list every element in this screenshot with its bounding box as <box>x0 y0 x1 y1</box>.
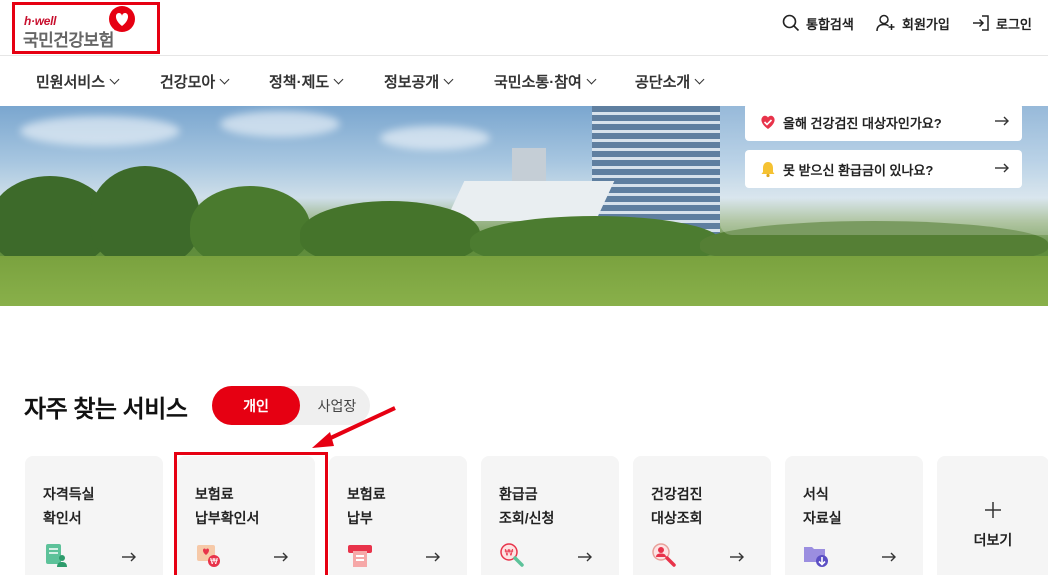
annotation-arrow <box>312 406 396 448</box>
quick-link-checkup[interactable]: 올해 건강검진 대상자인가요? <box>745 103 1022 141</box>
cloud <box>20 116 180 146</box>
card-label-line1: 건강검진 <box>651 486 703 502</box>
card-label-line1: 환급금 <box>499 486 538 502</box>
annotation-box-card <box>174 452 328 575</box>
person-search-icon <box>652 543 676 567</box>
arrow-right-icon <box>882 552 896 562</box>
nav-label: 건강모아 <box>160 74 216 91</box>
service-card-refund[interactable]: 환급금 조회/신청 ₩ <box>481 456 619 575</box>
sign-up-link[interactable]: 회원가입 <box>876 12 950 34</box>
cloud <box>220 111 340 137</box>
folder-download-icon <box>804 547 828 567</box>
card-label: 서식 자료실 <box>803 482 913 530</box>
lawn <box>0 256 1048 306</box>
card-label-line1: 자격득실 <box>43 486 95 502</box>
card-label-line2: 자료실 <box>803 510 842 526</box>
nav-label: 국민소통·참여 <box>494 74 582 91</box>
arrow-right-icon <box>578 552 592 562</box>
card-label: 자격득실 확인서 <box>43 482 153 530</box>
service-card-premium-payment[interactable]: 보험료 납부 <box>329 456 467 575</box>
quick-link-refund[interactable]: 못 받으신 환급금이 있나요? <box>745 150 1022 188</box>
chevron-down-icon <box>694 74 705 85</box>
document-person-icon <box>46 544 67 567</box>
nav-item-disclosure[interactable]: 정보공개 <box>384 71 454 92</box>
quick-link-label: 올해 건강검진 대상자인가요? <box>783 115 942 131</box>
chevron-down-icon <box>219 74 230 85</box>
card-label-line2: 대상조회 <box>651 510 703 526</box>
chevron-down-icon <box>586 74 597 85</box>
plus-icon <box>985 502 1001 518</box>
nav-label: 민원서비스 <box>36 74 106 91</box>
card-payment-icon <box>348 545 372 567</box>
service-card-forms[interactable]: 서식 자료실 <box>785 456 923 575</box>
card-label-line1: 서식 <box>803 486 829 502</box>
card-label-line2: 납부 <box>347 510 373 526</box>
annotation-box-logo <box>12 2 160 54</box>
heart-check-icon <box>761 115 775 129</box>
main-nav: 민원서비스 건강모아 정책·제도 정보공개 국민소통·참여 공단소개 <box>0 57 1048 106</box>
login-link[interactable]: 로그인 <box>972 12 1032 34</box>
tab-individual[interactable]: 개인 <box>212 386 300 425</box>
nav-label: 정보공개 <box>384 74 440 91</box>
integrated-search-label: 통합검색 <box>806 16 854 32</box>
bell-icon <box>761 162 775 178</box>
card-label-line1: 보험료 <box>347 486 386 502</box>
cloud <box>380 126 490 150</box>
add-user-icon <box>876 14 895 32</box>
quick-link-label: 못 받으신 환급금이 있나요? <box>783 162 934 178</box>
site-header: h·well 국민건강보험 통합검색 회원가입 로그인 <box>0 0 1048 56</box>
chevron-down-icon <box>333 74 344 85</box>
card-label: 보험료 납부 <box>347 482 457 530</box>
chevron-down-icon <box>443 74 454 85</box>
arrow-right-icon <box>995 163 1009 173</box>
login-icon <box>973 15 989 31</box>
card-label: 환급금 조회/신청 <box>499 482 609 530</box>
nav-label: 정책·제도 <box>269 74 330 91</box>
arrow-right-icon <box>995 116 1009 126</box>
integrated-search-link[interactable]: 통합검색 <box>782 12 854 34</box>
nav-item-about[interactable]: 공단소개 <box>635 71 705 92</box>
more-label: 더보기 <box>973 532 1013 548</box>
card-label-line2: 확인서 <box>43 510 82 526</box>
login-label: 로그인 <box>996 16 1032 32</box>
arrow-right-icon <box>426 552 440 562</box>
nav-label: 공단소개 <box>635 74 691 91</box>
nav-item-communication[interactable]: 국민소통·참여 <box>494 71 597 92</box>
low-building <box>445 181 615 221</box>
arrow-right-icon <box>122 552 136 562</box>
card-label: 건강검진 대상조회 <box>651 482 761 530</box>
service-more-button[interactable]: 더보기 <box>937 456 1048 575</box>
tree <box>190 186 310 266</box>
search-icon <box>782 14 800 32</box>
refund-search-icon: ₩ <box>500 543 524 567</box>
nav-item-policy[interactable]: 정책·제도 <box>269 71 344 92</box>
sign-up-label: 회원가입 <box>902 16 950 32</box>
chevron-down-icon <box>109 74 120 85</box>
nav-item-civil-service[interactable]: 민원서비스 <box>36 71 120 92</box>
nav-item-health[interactable]: 건강모아 <box>160 71 230 92</box>
tree <box>90 166 200 266</box>
service-card-checkup-target[interactable]: 건강검진 대상조회 <box>633 456 771 575</box>
svg-text:₩: ₩ <box>505 549 514 559</box>
section-title: 자주 찾는 서비스 <box>24 396 188 423</box>
arrow-right-icon <box>730 552 744 562</box>
card-label-line2: 조회/신청 <box>499 510 555 526</box>
service-card-qualification[interactable]: 자격득실 확인서 <box>25 456 163 575</box>
site-logo[interactable]: h·well 국민건강보험 <box>12 2 160 54</box>
